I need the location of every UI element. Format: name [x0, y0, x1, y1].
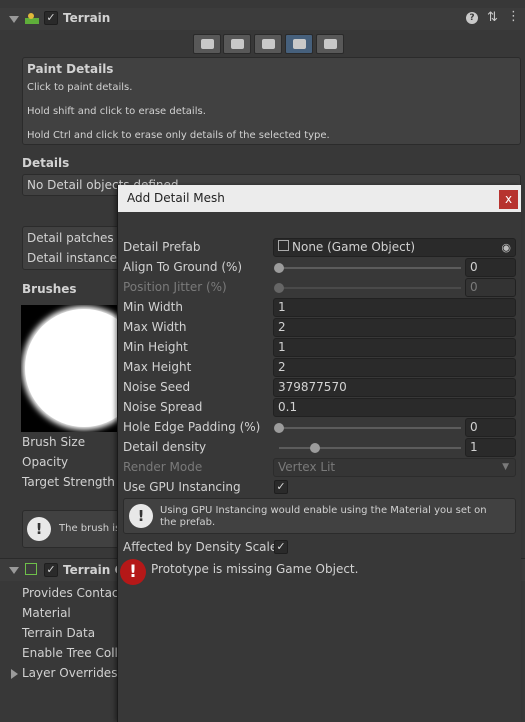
checkmark-icon: ✓: [276, 480, 286, 493]
collider-title: Terrain C: [63, 563, 124, 577]
terrain-icon: [25, 11, 39, 25]
info-icon: !: [27, 517, 51, 541]
brushes-section-title: Brushes: [22, 282, 77, 296]
brush-help-text: The brush is: [59, 523, 121, 534]
align-to-ground-slider[interactable]: [279, 267, 461, 269]
info-icon: !: [129, 504, 153, 528]
align-to-ground-slider-knob[interactable]: [274, 263, 284, 273]
paint-details-icon: [292, 39, 306, 49]
render-mode-dropdown: Vertex Lit ▼: [273, 458, 516, 477]
raise-terrain-tool-button[interactable]: [193, 34, 221, 54]
hole-edge-padding-slider-knob[interactable]: [274, 423, 284, 433]
position-jitter-label: Position Jitter (%): [123, 280, 227, 294]
paint-trees-tool-button[interactable]: [254, 34, 282, 54]
position-jitter-slider-knob: [274, 283, 284, 293]
foldout-arrow-icon[interactable]: [9, 567, 19, 574]
layer-overrides-arrow-icon[interactable]: [11, 669, 18, 679]
add-detail-mesh-window[interactable]: Add Detail Mesh x Detail Prefab None (Ga…: [117, 185, 521, 722]
detail-density-label: Detail density: [123, 440, 207, 454]
more-menu-icon[interactable]: ⋮: [507, 9, 520, 24]
close-button[interactable]: x: [499, 190, 518, 209]
gpu-instancing-help-text: Using GPU Instancing would enable using …: [160, 505, 487, 528]
noise-spread-label: Noise Spread: [123, 400, 203, 414]
terrain-settings-tool-button[interactable]: [316, 34, 344, 54]
detail-instance-text: Detail instance d: [27, 251, 129, 265]
detail-density-field[interactable]: 1: [465, 438, 516, 457]
affected-by-density-label: Affected by Density Scale: [123, 540, 278, 554]
checkmark-icon: ✓: [276, 540, 286, 553]
chevron-down-icon: ▼: [502, 462, 509, 472]
material-label: Material: [22, 606, 71, 620]
max-width-field[interactable]: 2: [273, 318, 516, 337]
max-height-label: Max Height: [123, 360, 192, 374]
details-section-title: Details: [22, 156, 70, 170]
noise-seed-field[interactable]: 379877570: [273, 378, 516, 397]
paint-details-line-1: Click to paint details.: [27, 82, 133, 93]
opacity-label: Opacity: [22, 455, 69, 469]
detail-prefab-value: None (Game Object): [292, 240, 416, 254]
max-width-label: Max Width: [123, 320, 187, 334]
align-to-ground-label: Align To Ground (%): [123, 260, 243, 274]
noise-spread-field[interactable]: 0.1: [273, 398, 516, 417]
terrain-title: Terrain: [63, 11, 111, 25]
paint-details-line-2: Hold shift and click to erase details.: [27, 106, 206, 117]
gpu-instancing-help-box: ! Using GPU Instancing would enable usin…: [123, 498, 516, 534]
detail-prefab-label: Detail Prefab: [123, 240, 201, 254]
paint-details-title: Paint Details: [27, 62, 114, 76]
affected-by-density-checkbox[interactable]: ✓: [274, 540, 288, 554]
tree-icon: [261, 39, 275, 49]
gear-icon: [323, 39, 337, 49]
detail-patches-text: Detail patches c: [27, 231, 125, 245]
render-mode-value: Vertex Lit: [278, 460, 336, 474]
hole-edge-padding-slider[interactable]: [279, 427, 461, 429]
terrain-component-header[interactable]: ✓ Terrain ? ⇅ ⋮: [0, 8, 525, 30]
terrain-data-label: Terrain Data: [22, 626, 96, 640]
align-to-ground-field[interactable]: 0: [465, 258, 516, 277]
missing-prototype-error: Prototype is missing Game Object.: [151, 562, 359, 576]
enable-tree-colliders-label: Enable Tree Colli: [22, 646, 122, 660]
collider-enabled-checkbox[interactable]: ✓: [44, 563, 58, 577]
use-gpu-instancing-label: Use GPU Instancing: [123, 480, 241, 494]
collider-cube-icon: [25, 563, 37, 575]
game-object-icon: [278, 240, 289, 251]
noise-seed-label: Noise Seed: [123, 380, 191, 394]
raise-terrain-icon: [200, 39, 214, 49]
min-height-label: Min Height: [123, 340, 188, 354]
help-icon[interactable]: ?: [466, 12, 478, 24]
paint-texture-icon: [230, 39, 244, 49]
provides-contacts-label: Provides Contact: [22, 586, 124, 600]
checkmark-icon: ✓: [46, 11, 56, 24]
paint-details-tool-button[interactable]: [285, 34, 313, 54]
use-gpu-instancing-checkbox[interactable]: ✓: [274, 480, 288, 494]
brush-size-label: Brush Size: [22, 435, 86, 449]
foldout-arrow-icon[interactable]: [9, 16, 19, 23]
min-width-label: Min Width: [123, 300, 183, 314]
max-height-field[interactable]: 2: [273, 358, 516, 377]
presets-icon[interactable]: ⇅: [487, 10, 498, 25]
hole-edge-padding-field[interactable]: 0: [465, 418, 516, 437]
min-width-field[interactable]: 1: [273, 298, 516, 317]
paint-details-line-3: Hold Ctrl and click to erase only detail…: [27, 130, 330, 141]
target-strength-label: Target Strength: [22, 475, 115, 489]
terrain-enabled-checkbox[interactable]: ✓: [44, 11, 58, 25]
paint-details-help-box: Paint Details Click to paint details. Ho…: [22, 57, 521, 145]
position-jitter-field: 0: [465, 278, 516, 297]
dialog-title: Add Detail Mesh: [127, 191, 225, 205]
layer-overrides-label[interactable]: Layer Overrides: [22, 666, 117, 680]
error-icon: !: [120, 559, 146, 585]
min-height-field[interactable]: 1: [273, 338, 516, 357]
object-picker-icon[interactable]: ◉: [501, 239, 511, 256]
dialog-titlebar[interactable]: Add Detail Mesh x: [118, 185, 521, 212]
checkmark-icon: ✓: [46, 563, 56, 576]
paint-texture-tool-button[interactable]: [223, 34, 251, 54]
detail-prefab-field[interactable]: None (Game Object) ◉: [273, 238, 516, 257]
position-jitter-slider: [279, 287, 461, 289]
detail-density-slider-knob[interactable]: [310, 443, 321, 453]
detail-density-slider[interactable]: [279, 447, 461, 449]
hole-edge-padding-label: Hole Edge Padding (%): [123, 420, 261, 434]
render-mode-label: Render Mode: [123, 460, 203, 474]
